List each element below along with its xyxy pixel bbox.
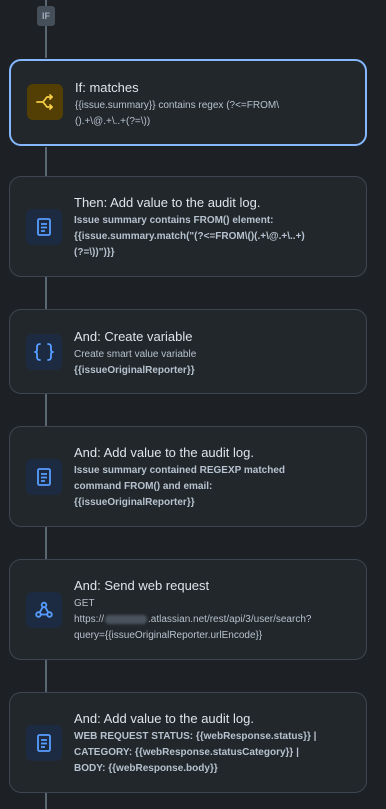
card-detail: (?=\))")}} <box>74 247 115 258</box>
card-detail: CATEGORY: {{webResponse.statusCategory}}… <box>74 747 299 758</box>
card-title: And: Add value to the audit log. <box>74 711 254 726</box>
condition-card-if-matches[interactable]: If: matches {{issue.summary}} contains r… <box>9 59 367 146</box>
redacted-host <box>105 614 148 624</box>
card-detail: Create smart value variable <box>74 349 197 360</box>
card-detail: {{issue.summary.match("(?<=FROM\()(.+\@.… <box>74 231 305 242</box>
document-icon <box>26 209 62 245</box>
card-detail: Issue summary contained REGEXP matched <box>74 465 286 476</box>
branch-icon <box>27 84 63 120</box>
card-detail: BODY: {{webResponse.body}} <box>74 763 218 774</box>
card-detail: {{issue.summary}} contains regex (?<=FRO… <box>75 100 279 111</box>
url-suffix: .atlassian.net/rest/api/3/user/search? <box>148 614 312 625</box>
card-detail: Issue summary contains FROM() element: <box>74 215 274 226</box>
url-prefix: https:// <box>74 614 105 625</box>
curly-braces-icon <box>26 334 62 370</box>
request-method: GET <box>74 598 95 609</box>
card-detail: {{issueOriginalReporter}} <box>74 497 195 508</box>
card-detail: {{issueOriginalReporter}} <box>74 365 195 376</box>
if-badge: IF <box>37 6 55 26</box>
request-url-query: query={{issueOriginalReporter.urlEncode}… <box>74 630 263 641</box>
document-icon <box>26 725 62 761</box>
action-card-send-web-request[interactable]: And: Send web request GET https:// .atlas… <box>9 559 367 660</box>
action-card-audit-log[interactable]: And: Add value to the audit log. Issue s… <box>9 426 367 527</box>
card-detail: ().+\@.+\..+(?=\)) <box>75 116 151 127</box>
webhook-icon <box>26 592 62 628</box>
request-url: https:// .atlassian.net/rest/api/3/user/s… <box>74 612 354 628</box>
action-card-audit-log[interactable]: Then: Add value to the audit log. Issue … <box>9 176 367 277</box>
document-icon <box>26 459 62 495</box>
card-detail: WEB REQUEST STATUS: {{webResponse.status… <box>74 731 317 742</box>
card-title: If: matches <box>75 80 139 95</box>
card-title: Then: Add value to the audit log. <box>74 195 261 210</box>
action-card-audit-log[interactable]: And: Add value to the audit log. WEB REQ… <box>9 692 367 793</box>
card-detail: command FROM() and email: <box>74 481 213 492</box>
action-card-create-variable[interactable]: And: Create variable Create smart value … <box>9 309 367 394</box>
card-title: And: Create variable <box>74 329 193 344</box>
card-title: And: Add value to the audit log. <box>74 445 254 460</box>
card-title: And: Send web request <box>74 578 210 593</box>
